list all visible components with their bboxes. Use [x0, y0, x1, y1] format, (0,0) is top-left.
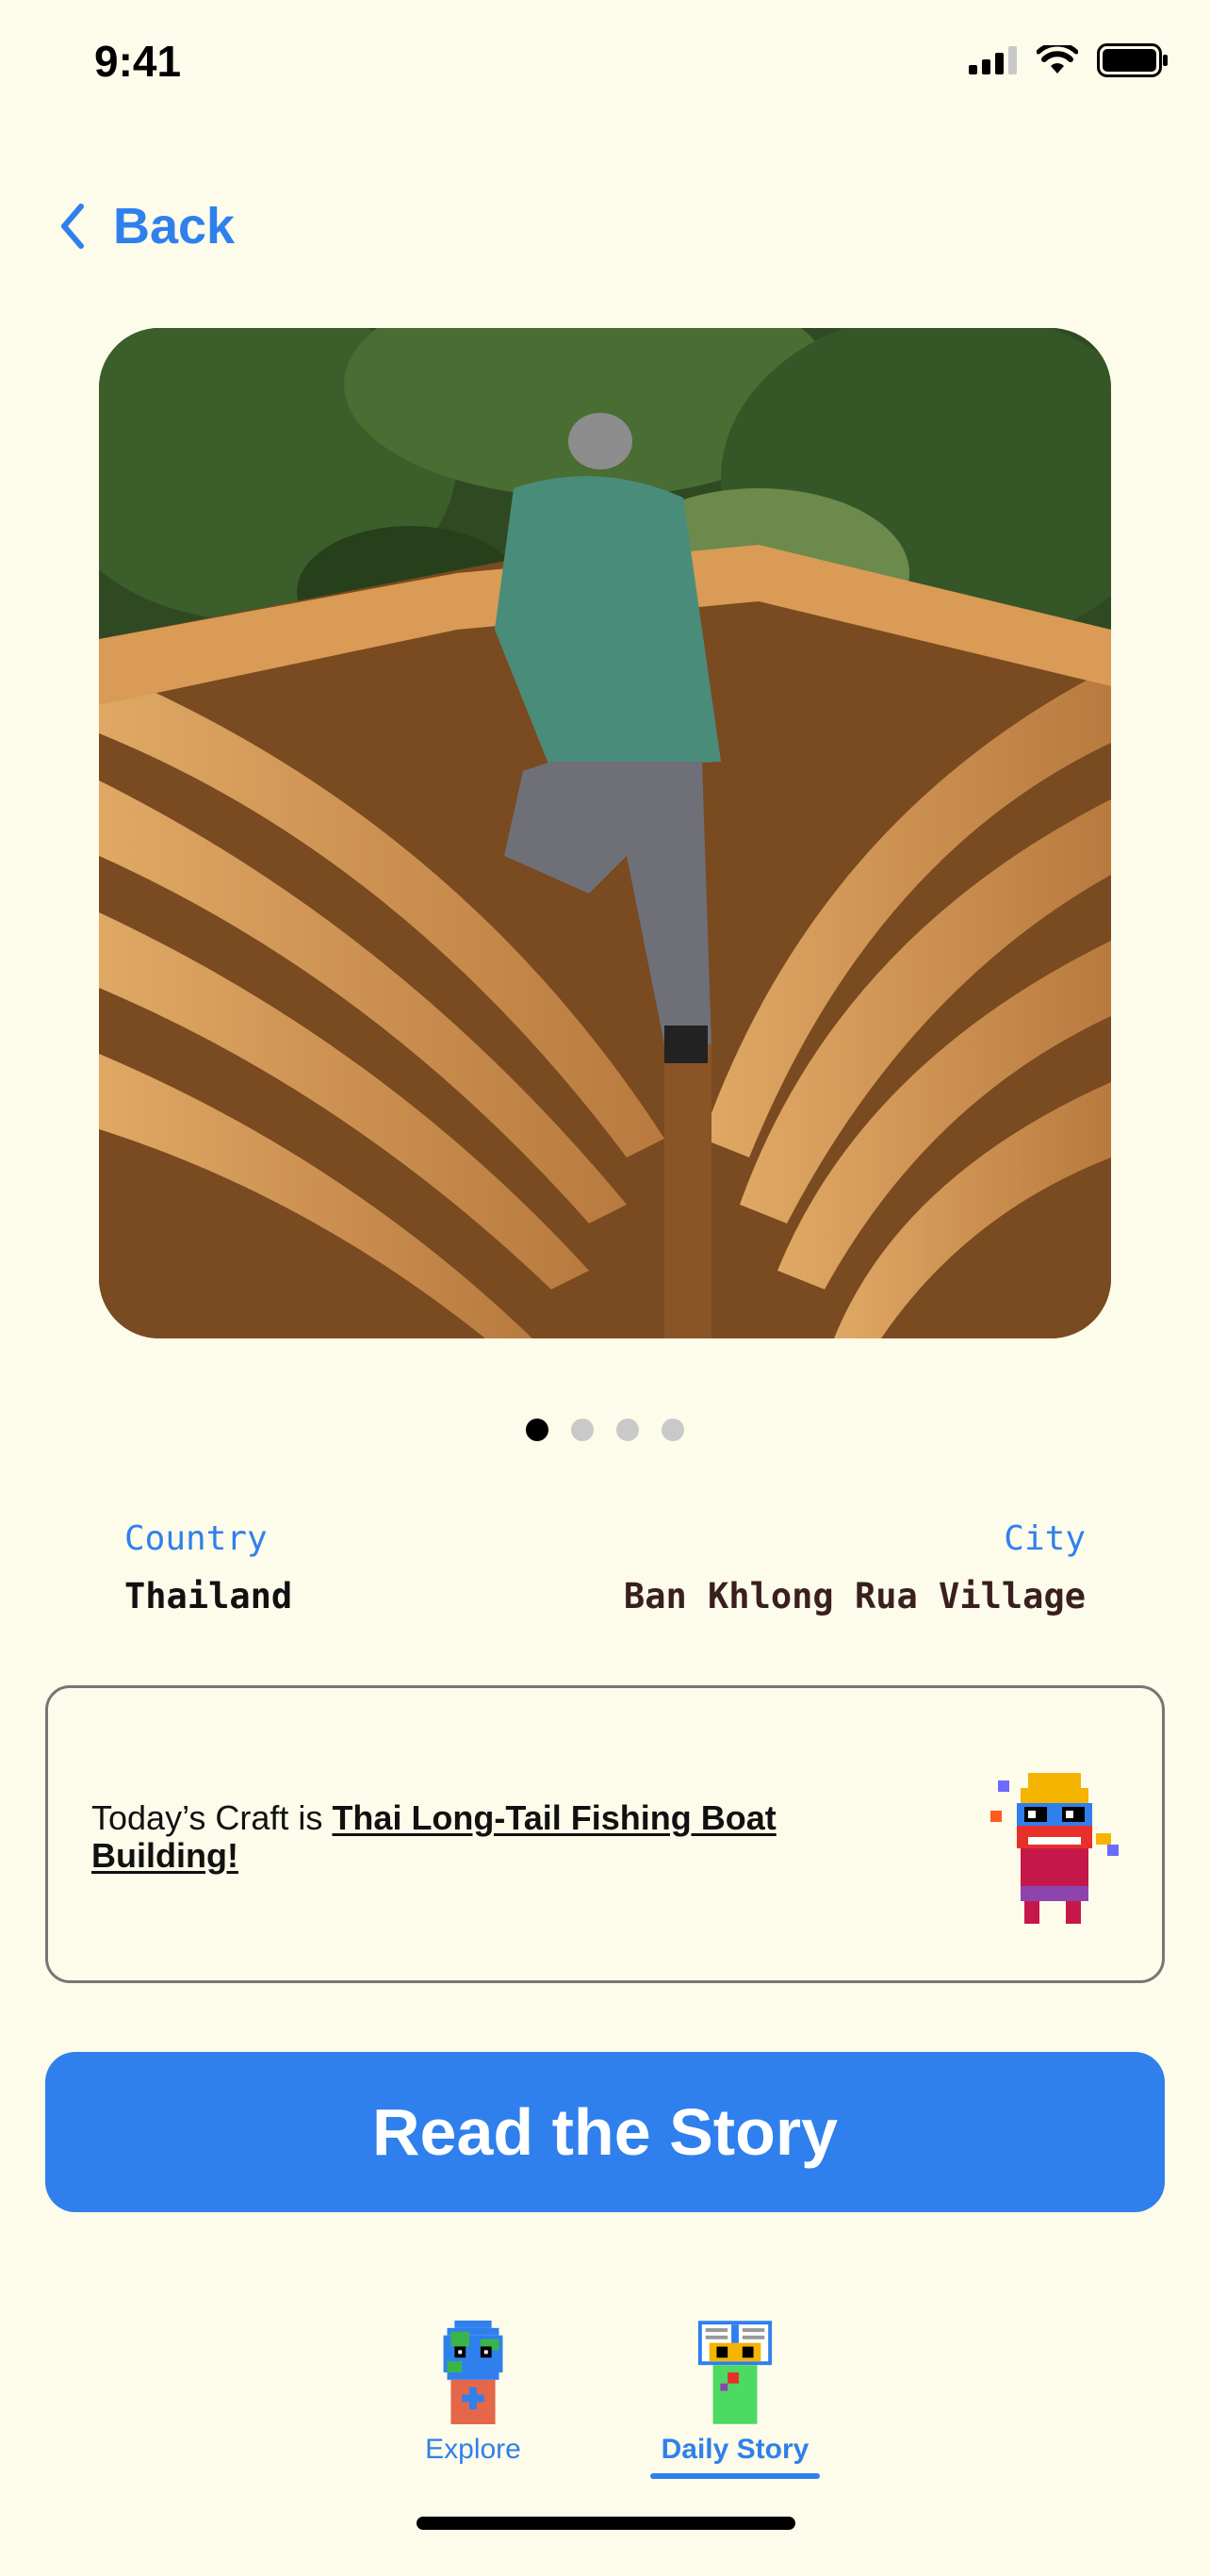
tab-daily-story[interactable]: Daily Story	[650, 2321, 820, 2479]
wifi-icon	[1037, 45, 1078, 74]
hero-image-carousel[interactable]	[99, 328, 1111, 1338]
tab-explore-label: Explore	[425, 2434, 521, 2465]
active-tab-indicator	[650, 2473, 820, 2479]
boat-hull-photo	[99, 328, 1111, 1338]
back-label: Back	[113, 198, 236, 254]
pager-dot-4[interactable]	[662, 1419, 684, 1441]
city-value: Ban Khlong Rua Village	[623, 1576, 1086, 1616]
cellular-signal-icon	[969, 46, 1017, 74]
chevron-left-icon	[61, 204, 84, 249]
country-value: Thailand	[124, 1576, 293, 1616]
pager-dot-3[interactable]	[616, 1419, 639, 1441]
status-time: 9:41	[94, 37, 182, 86]
city-label: City	[1004, 1519, 1086, 1558]
pager-dot-1[interactable]	[526, 1419, 548, 1441]
globe-mascot-icon	[443, 2321, 503, 2424]
carousel-pager[interactable]	[0, 1419, 1210, 1441]
home-indicator[interactable]	[417, 2517, 795, 2530]
tab-daily-story-label: Daily Story	[661, 2434, 809, 2465]
status-icons	[969, 43, 1169, 77]
read-story-button[interactable]: Read the Story	[45, 2052, 1165, 2212]
tab-explore[interactable]: Explore	[388, 2321, 558, 2466]
craft-prefix: Today’s Craft is	[91, 1798, 333, 1837]
daily-story-screen: 9:41 Back Country Thailand City Ban Khlo…	[0, 0, 1210, 2576]
back-button[interactable]: Back	[58, 193, 235, 259]
craft-text: Today’s Craft is Thai Long-Tail Fishing …	[91, 1799, 864, 1875]
pixel-mascot-icon	[990, 1773, 1119, 1924]
pager-dot-2[interactable]	[571, 1419, 594, 1441]
battery-icon	[1097, 43, 1168, 77]
todays-craft-card: Today’s Craft is Thai Long-Tail Fishing …	[45, 1685, 1165, 1983]
book-mascot-icon	[697, 2321, 773, 2424]
country-label: Country	[124, 1519, 268, 1558]
